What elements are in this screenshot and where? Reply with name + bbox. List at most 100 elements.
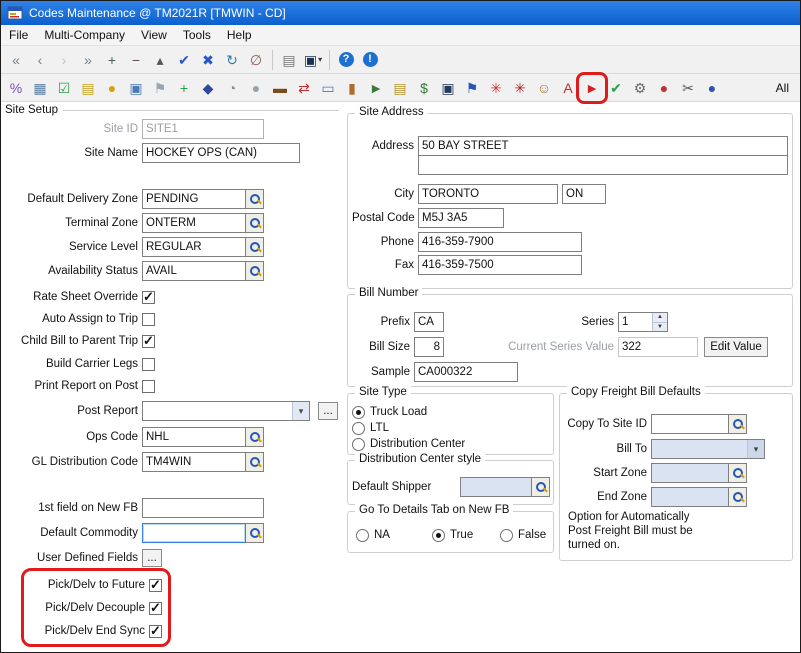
barrel-icon[interactable]: ▮ (340, 76, 364, 100)
child-bill-to-parent-trip-checkbox[interactable] (142, 335, 155, 348)
end-zone-lookup-button[interactable] (729, 487, 747, 507)
gl-distribution-code-lookup-button[interactable] (246, 452, 264, 472)
edit-value-button[interactable]: Edit Value (704, 337, 768, 357)
delete-record-icon[interactable]: − (124, 48, 148, 72)
na-radio[interactable] (356, 529, 369, 542)
build-carrier-legs-checkbox[interactable] (142, 358, 155, 371)
default-commodity-lookup-button[interactable] (246, 523, 264, 543)
invoice-dollar-icon[interactable]: $ (412, 76, 436, 100)
split-arrows-icon[interactable]: ⇄ (292, 76, 316, 100)
flag-blue-icon[interactable]: ⚑ (460, 76, 484, 100)
nav-first-icon[interactable]: « (4, 48, 28, 72)
flag-gray-icon[interactable]: ⚑ (148, 76, 172, 100)
distribution-center-radio[interactable] (352, 438, 365, 451)
help-icon[interactable]: ? (334, 48, 358, 72)
cherry-icon[interactable]: ● (652, 76, 676, 100)
ops-code-lookup-button[interactable] (246, 427, 264, 447)
province-field[interactable]: ON (562, 184, 606, 204)
refresh-icon[interactable]: ↻ (220, 48, 244, 72)
nav-next-icon[interactable]: › (52, 48, 76, 72)
scissors-icon[interactable]: ✂ (676, 76, 700, 100)
bill-size-field[interactable]: 8 (414, 337, 444, 357)
grid-report-icon[interactable]: ▦ (28, 76, 52, 100)
series-spinner[interactable]: 1 ▲ ▼ (618, 312, 668, 332)
copy-to-site-id-field[interactable] (651, 414, 729, 434)
default-shipper-field[interactable] (460, 477, 532, 497)
notes-icon[interactable]: ▤ (76, 76, 100, 100)
default-delivery-zone-lookup-button[interactable] (246, 189, 264, 209)
ltl-radio[interactable] (352, 422, 365, 435)
terminal-zone-field[interactable]: ONTERM (142, 213, 246, 233)
chevron-down-icon[interactable]: ▾ (747, 440, 764, 458)
post-edit-icon[interactable]: ✔ (172, 48, 196, 72)
toolbar-all-label[interactable]: All (776, 81, 789, 95)
bill-to-combo[interactable]: ▾ (651, 439, 765, 459)
address-line1-field[interactable]: 50 BAY STREET (418, 136, 788, 156)
site-name-field[interactable]: HOCKEY OPS (CAN) (142, 143, 300, 163)
mouse-icon[interactable]: ● (244, 76, 268, 100)
truck-load-radio[interactable] (352, 406, 365, 419)
default-shipper-lookup-button[interactable] (532, 477, 550, 497)
cancel-edit-icon[interactable]: ✖ (196, 48, 220, 72)
menu-tools[interactable]: Tools (175, 25, 219, 45)
notepad-icon[interactable]: ▤ (388, 76, 412, 100)
service-level-lookup-button[interactable] (246, 237, 264, 257)
gear-icon[interactable]: ⚙ (628, 76, 652, 100)
site-id-field[interactable]: SITE1 (142, 119, 264, 139)
carry-forward-icon[interactable]: ► (580, 76, 604, 100)
menu-help[interactable]: Help (219, 25, 260, 45)
print-icon[interactable]: ▤ (277, 48, 301, 72)
info-icon[interactable]: ! (358, 48, 382, 72)
spin-down-icon[interactable]: ▼ (653, 322, 667, 332)
knife-icon[interactable]: ▬ (268, 76, 292, 100)
menu-view[interactable]: View (133, 25, 175, 45)
driver-icon[interactable]: ☺ (532, 76, 556, 100)
gl-distribution-code-field[interactable]: TM4WIN (142, 452, 246, 472)
ink-bottle-icon[interactable]: ◆ (196, 76, 220, 100)
prefix-field[interactable]: CA (414, 312, 444, 332)
nav-last-icon[interactable]: » (76, 48, 100, 72)
user-defined-fields-button[interactable]: ... (142, 549, 162, 567)
start-zone-field[interactable] (651, 463, 729, 483)
end-zone-field[interactable] (651, 487, 729, 507)
approve-check-icon[interactable]: ✔ (604, 76, 628, 100)
checked-list-icon[interactable]: ☑ (52, 76, 76, 100)
start-zone-lookup-button[interactable] (729, 463, 747, 483)
city-field[interactable]: TORONTO (418, 184, 558, 204)
ops-code-field[interactable]: NHL (142, 427, 246, 447)
globe-icon[interactable]: ● (700, 76, 724, 100)
truck-add-icon[interactable]: + (172, 76, 196, 100)
first-field-on-new-fb-field[interactable] (142, 498, 264, 518)
copy-icon[interactable]: ▣ (124, 76, 148, 100)
pick-delv-to-future-checkbox[interactable] (149, 579, 162, 592)
true-radio[interactable] (432, 529, 445, 542)
copy-to-site-id-lookup-button[interactable] (729, 414, 747, 434)
pick-delv-decouple-checkbox[interactable] (149, 602, 162, 615)
fax-field[interactable]: 416-359-7500 (418, 255, 582, 275)
terminal-zone-lookup-button[interactable] (246, 213, 264, 233)
address-line2-field[interactable] (418, 155, 788, 175)
percent-icon[interactable]: % (4, 76, 28, 100)
sample-field[interactable]: CA000322 (414, 362, 518, 382)
screen-select-icon[interactable]: ▣▾ (301, 48, 325, 72)
menu-multi-company[interactable]: Multi-Company (36, 25, 133, 45)
burst-red2-icon[interactable]: ✳ (508, 76, 532, 100)
monitor-icon[interactable]: ▣ (436, 76, 460, 100)
filter-off-icon[interactable]: ∅ (244, 48, 268, 72)
coins-icon[interactable]: ● (100, 76, 124, 100)
edit-record-icon[interactable]: ▴ (148, 48, 172, 72)
truck-icon[interactable]: ► (364, 76, 388, 100)
availability-status-field[interactable]: AVAIL (142, 261, 246, 281)
service-level-field[interactable]: REGULAR (142, 237, 246, 257)
print-report-on-post-checkbox[interactable] (142, 380, 155, 393)
false-radio[interactable] (500, 529, 513, 542)
chevron-down-icon[interactable]: ▾ (292, 402, 309, 420)
gauge-icon[interactable]: ◔ (220, 76, 244, 100)
availability-status-lookup-button[interactable] (246, 261, 264, 281)
rate-sheet-override-checkbox[interactable] (142, 291, 155, 304)
pick-delv-end-sync-checkbox[interactable] (149, 625, 162, 638)
post-report-more-button[interactable]: ... (318, 402, 338, 420)
spin-up-icon[interactable]: ▲ (653, 313, 667, 322)
postal-code-field[interactable]: M5J 3A5 (418, 208, 504, 228)
menu-file[interactable]: File (1, 25, 36, 45)
